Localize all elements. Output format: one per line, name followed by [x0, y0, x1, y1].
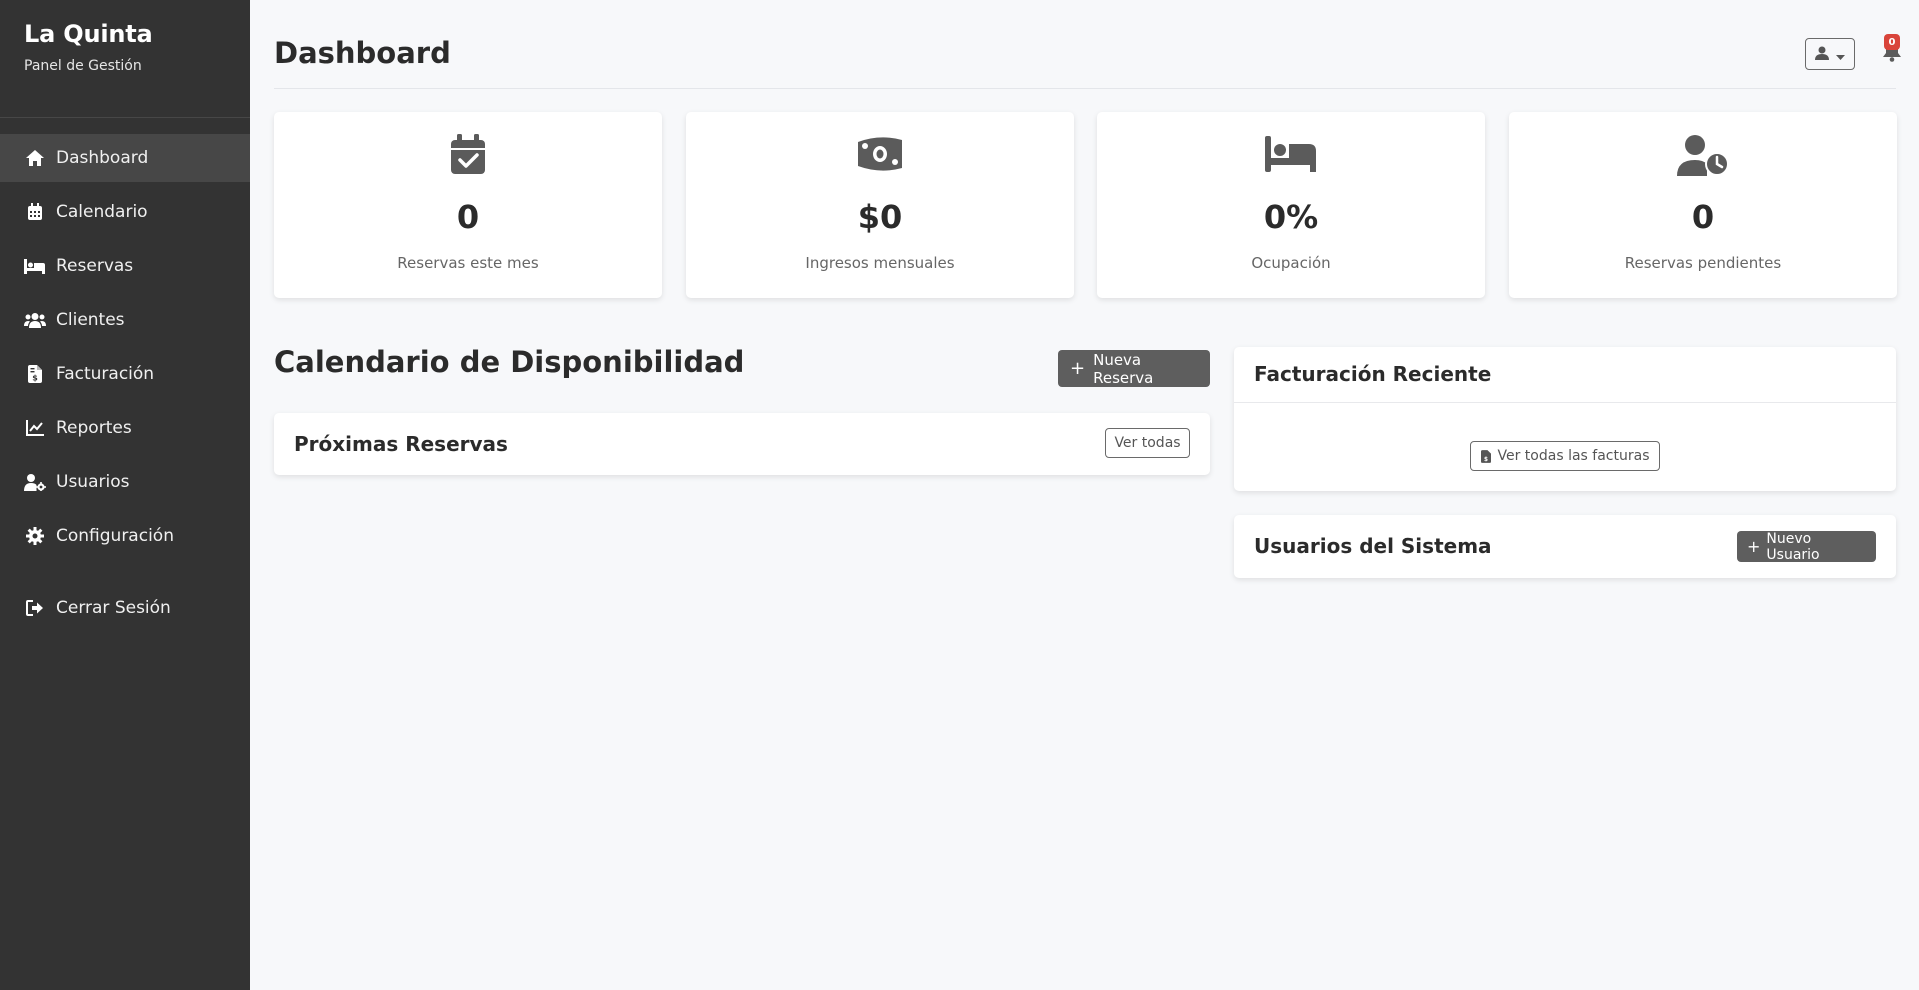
view-all-invoices-label: Ver todas las facturas — [1497, 448, 1650, 464]
brand: La Quinta Panel de Gestión — [0, 0, 250, 118]
sidebar-item-calendario[interactable]: Calendario — [0, 188, 250, 236]
sidebar-item-label: Clientes — [56, 310, 125, 330]
logout-button[interactable]: Cerrar Sesión — [0, 584, 250, 632]
user-gear-icon — [24, 471, 46, 493]
new-reservation-button[interactable]: + Nueva Reserva — [1058, 350, 1210, 387]
calendar-icon — [24, 201, 46, 223]
new-user-label: Nuevo Usuario — [1766, 530, 1820, 563]
gear-icon — [24, 525, 46, 547]
calendar-check-icon — [274, 134, 662, 180]
brand-subtitle: Panel de Gestión — [24, 58, 142, 74]
stat-card-pending: 0 Reservas pendientes — [1509, 112, 1897, 298]
system-users-title: Usuarios del Sistema — [1254, 534, 1492, 558]
card-divider — [1234, 402, 1896, 403]
money-bill-icon — [686, 134, 1074, 180]
sidebar-item-label: Calendario — [56, 202, 148, 222]
view-all-invoices-button[interactable]: $ Ver todas las facturas — [1470, 441, 1660, 471]
stat-card-reservations: 0 Reservas este mes — [274, 112, 662, 298]
recent-billing-card: Facturación Reciente $ Ver todas las fac… — [1234, 347, 1896, 491]
stats-row: 0 Reservas este mes $0 Ingresos mensuale… — [274, 112, 1897, 298]
stat-label: Reservas pendientes — [1624, 254, 1782, 272]
user-clock-icon — [1509, 134, 1897, 180]
stat-label: Reservas este mes — [397, 254, 539, 272]
plus-icon: + — [1070, 357, 1086, 379]
sidebar: La Quinta Panel de Gestión Dashboard Cal… — [0, 0, 250, 990]
upcoming-reservations-card: Próximas Reservas Ver todas — [274, 413, 1210, 475]
system-users-card: Usuarios del Sistema + Nuevo Usuario — [1234, 515, 1896, 578]
plus-icon: + — [1747, 536, 1761, 556]
home-icon — [24, 147, 46, 169]
main-content: Dashboard 0 0 Reservas este mes $0 Ingre… — [274, 0, 1901, 990]
stat-value: $0 — [857, 198, 903, 236]
notification-badge: 0 — [1884, 34, 1900, 50]
page-title: Dashboard — [274, 36, 451, 70]
sidebar-nav: Dashboard Calendario Reservas Clientes $… — [0, 134, 250, 632]
sidebar-item-clientes[interactable]: Clientes — [0, 296, 250, 344]
sidebar-item-facturacion[interactable]: $ Facturación — [0, 350, 250, 398]
chart-line-icon — [24, 417, 46, 439]
page-header: Dashboard 0 — [274, 0, 1901, 89]
view-all-reservations-button[interactable]: Ver todas — [1105, 428, 1190, 458]
sidebar-item-dashboard[interactable]: Dashboard — [0, 134, 250, 182]
sidebar-item-label: Usuarios — [56, 472, 130, 492]
users-icon — [24, 309, 46, 331]
brand-title: La Quinta — [24, 20, 153, 48]
sidebar-item-configuracion[interactable]: Configuración — [0, 512, 250, 560]
svg-text:$: $ — [32, 374, 38, 383]
bed-icon — [24, 255, 46, 277]
sidebar-item-reportes[interactable]: Reportes — [0, 404, 250, 452]
logout-label: Cerrar Sesión — [56, 598, 171, 618]
svg-text:$: $ — [1484, 457, 1488, 463]
sidebar-item-label: Facturación — [56, 364, 155, 384]
calendar-title: Calendario de Disponibilidad — [274, 345, 745, 379]
sidebar-item-label: Reservas — [56, 256, 134, 276]
user-icon — [1815, 45, 1829, 64]
sidebar-item-label: Configuración — [56, 526, 174, 546]
stat-card-occupancy: 0% Ocupación — [1097, 112, 1485, 298]
stat-card-income: $0 Ingresos mensuales — [686, 112, 1074, 298]
sidebar-item-label: Reportes — [56, 418, 132, 438]
caret-down-icon — [1836, 45, 1845, 64]
bed-icon — [1097, 134, 1485, 180]
sidebar-item-usuarios[interactable]: Usuarios — [0, 458, 250, 506]
new-user-button[interactable]: + Nuevo Usuario — [1737, 530, 1876, 563]
user-menu-button[interactable] — [1805, 38, 1855, 70]
new-reservation-label: Nueva Reserva — [1093, 350, 1154, 387]
stat-value: 0 — [1691, 198, 1715, 236]
sign-out-icon — [24, 597, 46, 619]
invoice-icon: $ — [1480, 449, 1491, 463]
upcoming-title: Próximas Reservas — [294, 432, 508, 456]
sidebar-item-label: Dashboard — [56, 148, 149, 168]
stat-value: 0 — [456, 198, 480, 236]
invoice-icon: $ — [24, 363, 46, 385]
billing-title: Facturación Reciente — [1254, 362, 1492, 386]
stat-label: Ocupación — [1251, 254, 1331, 272]
stat-value: 0% — [1263, 198, 1319, 236]
stat-label: Ingresos mensuales — [805, 254, 955, 272]
sidebar-item-reservas[interactable]: Reservas — [0, 242, 250, 290]
